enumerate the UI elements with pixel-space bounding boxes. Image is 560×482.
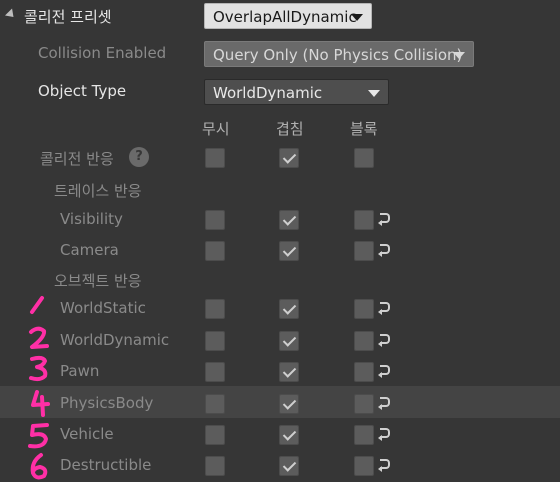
collision-response-row: 콜리전 반응 ? (0, 142, 560, 174)
reset-to-default-icon[interactable] (378, 365, 390, 378)
object-type-label: Object Type (38, 82, 127, 100)
channel-label: Camera (60, 241, 119, 259)
overlap-checkbox[interactable] (279, 331, 299, 351)
response-overlap-checkbox[interactable] (279, 148, 299, 168)
reset-to-default-icon[interactable] (378, 459, 390, 472)
table-row: Camera (0, 235, 560, 267)
channel-label: WorldDynamic (60, 331, 170, 349)
ignore-checkbox[interactable] (205, 425, 225, 445)
collision-enabled-row: Collision Enabled Query Only (No Physics… (0, 38, 560, 70)
ignore-checkbox[interactable] (205, 299, 225, 319)
table-row: Pawn (0, 356, 560, 388)
column-overlap: 겹침 (276, 120, 304, 138)
response-ignore-checkbox[interactable] (205, 148, 225, 168)
reset-to-default-icon[interactable] (378, 213, 390, 226)
column-ignore: 무시 (202, 120, 230, 138)
collapse-triangle-icon[interactable] (4, 8, 18, 21)
channel-label: Vehicle (60, 425, 114, 443)
collision-enabled-value: Query Only (No Physics Collision) (213, 46, 463, 64)
ignore-checkbox[interactable] (205, 210, 225, 230)
preset-dropdown[interactable]: OverlapAllDynamic (204, 3, 372, 29)
ignore-checkbox[interactable] (205, 241, 225, 261)
annotation-mark-3 (29, 355, 48, 382)
reset-to-default-icon[interactable] (378, 397, 390, 410)
chevron-down-icon (453, 52, 465, 59)
object-type-value: WorldDynamic (213, 84, 323, 102)
collision-response-label: 콜리전 반응 (40, 150, 114, 168)
reset-to-default-icon[interactable] (378, 334, 390, 347)
chevron-down-icon (351, 14, 363, 21)
overlap-checkbox[interactable] (279, 425, 299, 445)
overlap-checkbox[interactable] (279, 210, 299, 230)
annotation-mark-6 (30, 453, 48, 480)
channel-label: Destructible (60, 456, 152, 474)
table-row: Visibility (0, 204, 560, 236)
block-checkbox[interactable] (354, 241, 374, 261)
table-row: Destructible (0, 450, 560, 482)
chevron-down-icon (368, 90, 380, 97)
block-checkbox[interactable] (354, 331, 374, 351)
table-row: Vehicle (0, 419, 560, 451)
annotation-mark-5 (28, 423, 49, 449)
column-block: 블록 (350, 120, 378, 138)
table-row: WorldDynamic (0, 325, 560, 357)
block-checkbox[interactable] (354, 299, 374, 319)
table-row: WorldStatic (0, 293, 560, 325)
ignore-checkbox[interactable] (205, 362, 225, 382)
table-row: PhysicsBody (0, 388, 560, 420)
trace-section-header: 트레이스 반응 (0, 176, 560, 204)
object-section-label: 오브젝트 반응 (54, 272, 142, 290)
response-column-headers: 무시 겹침 블록 (0, 116, 560, 140)
reset-to-default-icon[interactable] (378, 302, 390, 315)
collision-enabled-dropdown[interactable]: Query Only (No Physics Collision) (204, 41, 474, 67)
object-type-row: Object Type WorldDynamic (0, 76, 560, 108)
block-checkbox[interactable] (354, 456, 374, 476)
channel-label: PhysicsBody (60, 394, 154, 412)
annotation-mark-4 (31, 390, 50, 417)
channel-label: Pawn (60, 362, 100, 380)
collision-enabled-label: Collision Enabled (38, 44, 167, 62)
block-checkbox[interactable] (354, 362, 374, 382)
ignore-checkbox[interactable] (205, 456, 225, 476)
channel-label: Visibility (60, 210, 123, 228)
ignore-checkbox[interactable] (205, 394, 225, 414)
preset-value: OverlapAllDynamic (213, 8, 357, 26)
annotation-mark-2 (29, 326, 49, 349)
overlap-checkbox[interactable] (279, 394, 299, 414)
reset-to-default-icon[interactable] (378, 244, 390, 257)
trace-section-label: 트레이스 반응 (54, 182, 142, 200)
help-icon[interactable]: ? (129, 147, 149, 167)
channel-label: WorldStatic (60, 299, 146, 317)
ignore-checkbox[interactable] (205, 331, 225, 351)
object-section-header: 오브젝트 반응 (0, 266, 560, 294)
annotation-mark-1 (30, 296, 44, 314)
preset-label: 콜리전 프리셋 (24, 8, 112, 26)
response-block-checkbox[interactable] (354, 148, 374, 168)
overlap-checkbox[interactable] (279, 456, 299, 476)
reset-to-default-icon[interactable] (378, 428, 390, 441)
preset-row: 콜리전 프리셋 OverlapAllDynamic (0, 0, 560, 32)
block-checkbox[interactable] (354, 394, 374, 414)
overlap-checkbox[interactable] (279, 241, 299, 261)
object-type-dropdown[interactable]: WorldDynamic (204, 79, 389, 105)
block-checkbox[interactable] (354, 210, 374, 230)
overlap-checkbox[interactable] (279, 299, 299, 319)
overlap-checkbox[interactable] (279, 362, 299, 382)
block-checkbox[interactable] (354, 425, 374, 445)
